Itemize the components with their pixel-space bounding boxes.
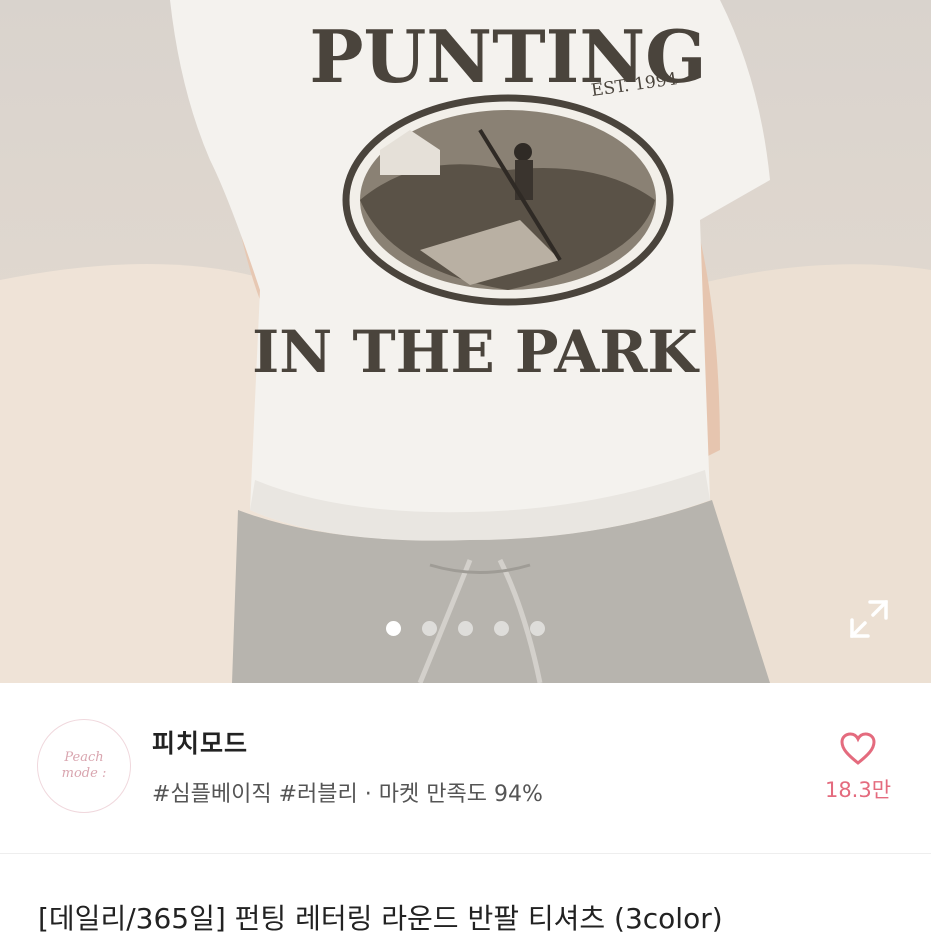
shop-name[interactable]: 피치모드 [152, 724, 248, 760]
shop-info-section [0, 683, 931, 853]
product-image-carousel[interactable]: PUNTING EST. 1994 IN THE PARK [0, 0, 931, 683]
fullscreen-expand-icon[interactable] [846, 596, 892, 642]
carousel-indicator [0, 621, 931, 636]
carousel-dot[interactable] [422, 621, 437, 636]
shop-logo-text-line1: Peach [64, 750, 104, 765]
like-count: 18.3만 [824, 778, 892, 802]
section-divider [0, 853, 931, 854]
shop-logo[interactable]: Peach mode : [37, 719, 131, 813]
carousel-dot[interactable] [530, 621, 545, 636]
carousel-dot[interactable] [386, 621, 401, 636]
product-photo: PUNTING EST. 1994 IN THE PARK [0, 0, 931, 683]
carousel-dot[interactable] [494, 621, 509, 636]
heart-icon[interactable] [838, 729, 878, 769]
carousel-dot[interactable] [458, 621, 473, 636]
shirt-print-bottom-text: IN THE PARK [252, 318, 700, 386]
shop-logo-text-line2: mode : [61, 766, 107, 781]
shop-tags: #심플베이직 #러블리 · 마켓 만족도 94% [152, 782, 543, 807]
product-title: [데일리/365일] 펀팅 레터링 라운드 반팔 티셔츠 (3color) [38, 902, 723, 935]
